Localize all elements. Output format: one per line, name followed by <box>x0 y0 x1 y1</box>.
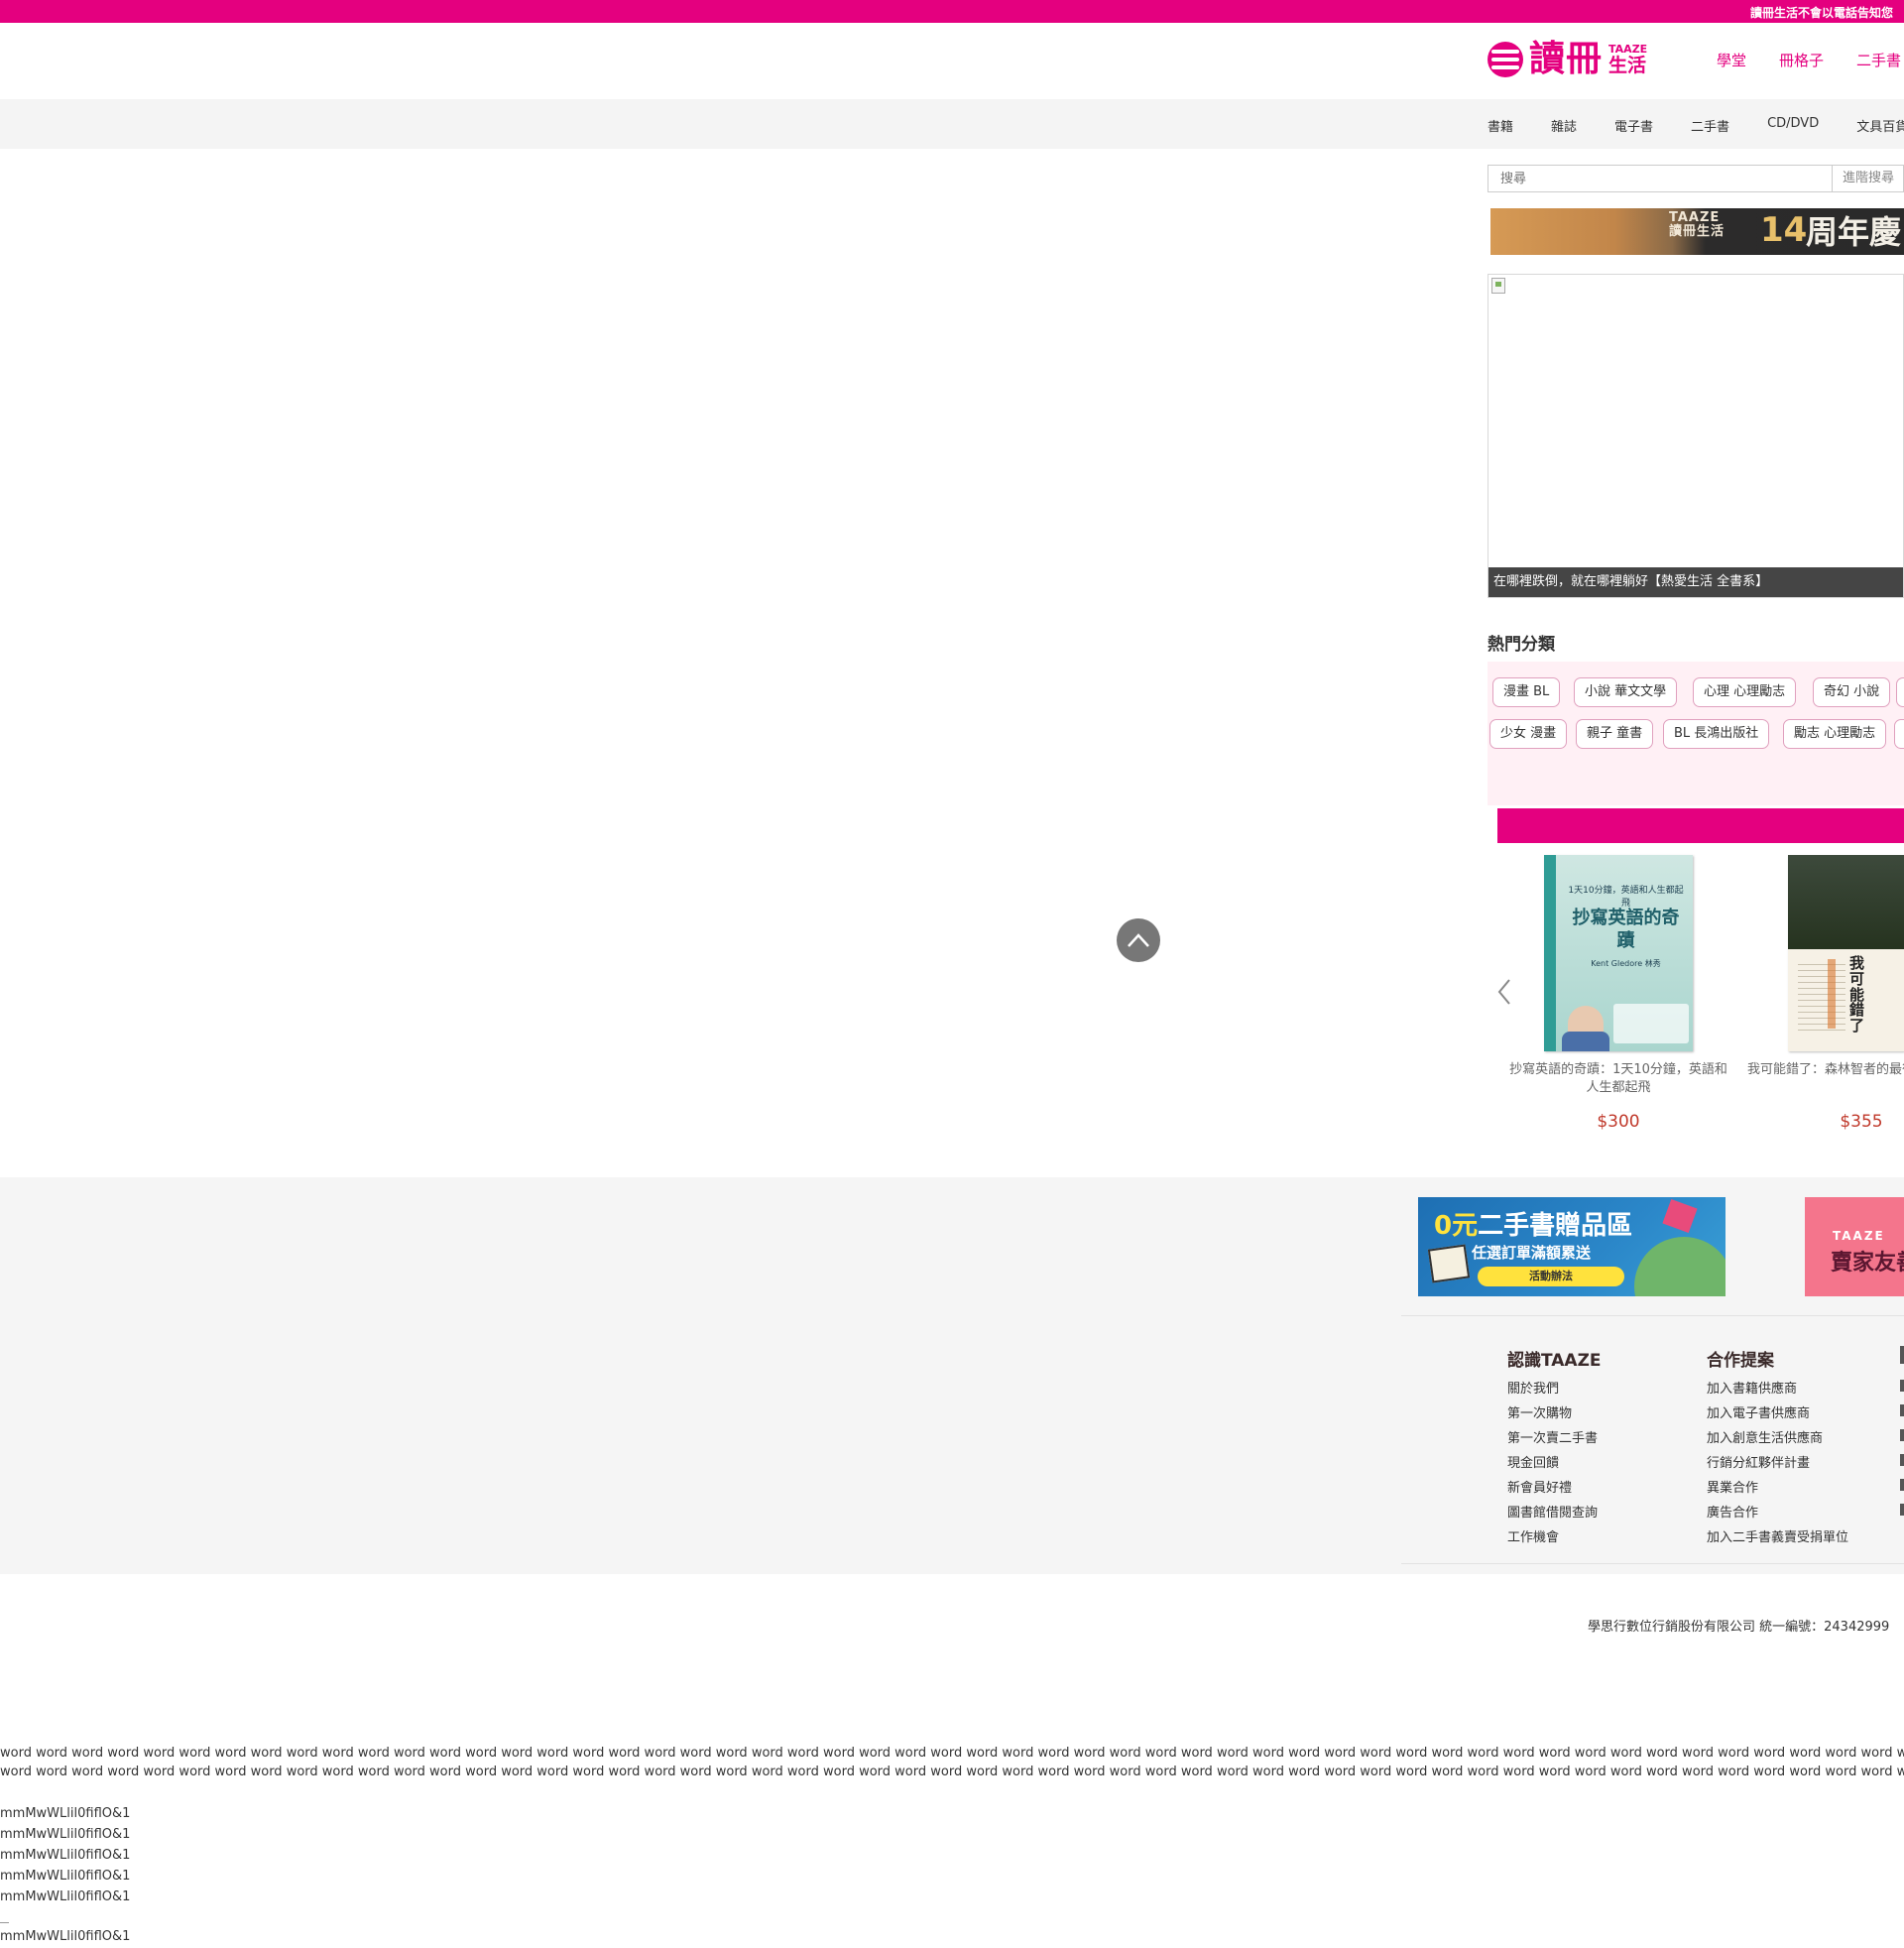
hot-tag[interactable]: 勵志 心理勵志 <box>1783 719 1887 749</box>
hot-tag[interactable]: 奇幻 小說 <box>1813 677 1891 707</box>
top-nav-used-books[interactable]: 二手書 <box>1856 50 1901 70</box>
test-glyph-line: mmMwWLlil0fiflO&1 <box>0 1827 131 1842</box>
category-ebooks[interactable]: 電子書 <box>1614 116 1653 135</box>
cover-title: 抄寫英語的奇蹟 <box>1572 908 1680 952</box>
chevron-up-icon <box>1128 933 1149 947</box>
slide-caption: 在哪裡跌倒，就在哪裡躺好【熱愛生活 全書系】 <box>1488 567 1903 597</box>
anniversary-text: 周年慶 <box>1806 213 1902 251</box>
logo-en-text: TAAZE <box>1608 43 1648 56</box>
footer-link[interactable]: 加入創意生活供應商 <box>1707 1426 1848 1451</box>
product-title[interactable]: 我可能錯了：森林智者的最後一堂人生課 <box>1747 1061 1904 1079</box>
search-box: 進階搜尋 <box>1488 165 1904 192</box>
anniversary-banner[interactable]: TAAZE 讀冊生活 14 周年慶 <box>1490 208 1904 255</box>
hot-tag[interactable]: 少女 漫畫 <box>1489 719 1568 749</box>
footer-link[interactable]: 圖書館借閱查詢 <box>1507 1501 1602 1525</box>
anniversary-brand: TAAZE 讀冊生活 <box>1669 210 1726 240</box>
footer-link[interactable]: 異業合作 <box>1707 1476 1848 1501</box>
footer-column-partial <box>1900 1346 1904 1528</box>
hot-categories-title: 熱門分類 <box>1488 635 1555 655</box>
seller-banner[interactable]: TAAZE 賣家友善 <box>1805 1197 1904 1296</box>
used-banner-sub: 任選訂單滿額累送 <box>1472 1244 1592 1262</box>
footer-link[interactable]: 加入電子書供應商 <box>1707 1401 1848 1426</box>
logo-zh-text: 生活 <box>1608 55 1647 76</box>
divider <box>0 1922 9 1923</box>
anniversary-number: 14 <box>1760 210 1808 250</box>
test-glyph-line: mmMwWLlil0fiflO&1 <box>0 1929 131 1944</box>
test-word-line: word word word word word word word word … <box>0 1765 1904 1779</box>
site-logo[interactable]: 讀冊 TAAZE 生活 <box>1488 37 1647 82</box>
category-books[interactable]: 書籍 <box>1488 116 1513 135</box>
back-to-top-button[interactable] <box>1117 918 1160 962</box>
hot-tag[interactable]: 親子 童書 <box>1576 719 1654 749</box>
notice-bar: 讀冊生活不會以電話告知您 <box>0 0 1904 23</box>
seller-banner-zh: 賣家友善 <box>1831 1251 1904 1276</box>
product-title[interactable]: 抄寫英語的奇蹟：1天10分鐘，英語和人生都起飛 <box>1507 1061 1729 1097</box>
top-nav-academy[interactable]: 學堂 <box>1717 50 1746 70</box>
footer-link[interactable]: 第一次購物 <box>1507 1401 1602 1426</box>
hot-tag-partial[interactable] <box>1896 677 1904 707</box>
footer-link[interactable]: 關於我們 <box>1507 1377 1602 1401</box>
hot-tag-partial[interactable] <box>1894 719 1904 749</box>
used-banner-button[interactable]: 活動辦法 <box>1478 1267 1624 1286</box>
test-word-line: word word word word word word word word … <box>0 1746 1904 1761</box>
product-cover[interactable]: 我可能錯了 <box>1788 855 1904 1051</box>
category-used-books[interactable]: 二手書 <box>1691 116 1729 135</box>
footer-column-partnership: 合作提案 加入書籍供應商 加入電子書供應商 加入創意生活供應商 行銷分紅夥伴計畫… <box>1707 1346 1848 1550</box>
copyright-text: 學思行數位行銷股份有限公司 統一編號：24342999 <box>1588 1620 1890 1635</box>
chevron-left-icon[interactable] <box>1495 977 1513 1007</box>
notice-text: 讀冊生活不會以電話告知您 <box>1750 6 1894 20</box>
footer-link[interactable]: 加入二手書義賣受捐單位 <box>1707 1525 1848 1550</box>
footer-link[interactable]: 工作機會 <box>1507 1525 1602 1550</box>
hot-categories-panel: 漫畫 BL 小說 華文文學 心理 心理勵志 奇幻 小說 少女 漫畫 親子 童書 … <box>1488 662 1904 805</box>
top-nav: 學堂 冊格子 二手書 <box>1717 50 1901 70</box>
footer-column-about: 認識TAAZE 關於我們 第一次購物 第一次賣二手書 現金回饋 新會員好禮 圖書… <box>1507 1346 1602 1550</box>
used-books-gift-banner[interactable]: 0元二手書贈品區 任選訂單滿額累送 活動辦法 <box>1418 1197 1726 1296</box>
test-glyph-line: mmMwWLlil0fiflO&1 <box>0 1869 131 1884</box>
product-cover[interactable]: 1天10分鐘，英語和人生都起飛 抄寫英語的奇蹟 Kent Gledore 林秀 <box>1544 855 1693 1051</box>
logo-wave-icon <box>1488 42 1523 77</box>
hot-tag[interactable]: 漫畫 BL <box>1492 677 1561 707</box>
cover-author: Kent Gledore 林秀 <box>1591 959 1661 968</box>
seller-banner-en: TAAZE <box>1833 1229 1885 1243</box>
broken-image-icon <box>1491 278 1505 294</box>
category-nav: 書籍 雜誌 電子書 二手書 CD/DVD 文具百貨 <box>1488 116 1904 135</box>
hot-tag[interactable]: 小說 華文文學 <box>1574 677 1678 707</box>
category-magazines[interactable]: 雜誌 <box>1551 116 1577 135</box>
product-price: $355 <box>1840 1112 1883 1132</box>
footer-link[interactable]: 行銷分紅夥伴計畫 <box>1707 1451 1848 1476</box>
used-banner-headline: 0元二手書贈品區 <box>1434 1211 1633 1241</box>
hero-slide[interactable]: 在哪裡跌倒，就在哪裡躺好【熱愛生活 全書系】 <box>1488 274 1904 598</box>
search-input[interactable] <box>1488 166 1832 191</box>
category-cd-dvd[interactable]: CD/DVD <box>1767 116 1819 135</box>
product-price: $300 <box>1597 1112 1640 1132</box>
test-glyph-line: mmMwWLlil0fiflO&1 <box>0 1806 131 1821</box>
category-stationery[interactable]: 文具百貨 <box>1856 116 1904 135</box>
footer-link[interactable]: 現金回饋 <box>1507 1451 1602 1476</box>
footer-divider <box>1401 1315 1904 1316</box>
hot-tag[interactable]: 心理 心理勵志 <box>1693 677 1797 707</box>
test-glyph-line: mmMwWLlil0fiflO&1 <box>0 1889 131 1904</box>
advanced-search-button[interactable]: 進階搜尋 <box>1832 166 1904 191</box>
hot-tag[interactable]: BL 長鴻出版社 <box>1663 719 1770 749</box>
footer-link[interactable]: 新會員好禮 <box>1507 1476 1602 1501</box>
footer-divider <box>1401 1563 1904 1564</box>
test-glyph-line: mmMwWLlil0fiflO&1 <box>0 1848 131 1863</box>
book-icon <box>1427 1244 1471 1283</box>
footer-link[interactable]: 廣告合作 <box>1707 1501 1848 1525</box>
footer-link[interactable]: 第一次賣二手書 <box>1507 1426 1602 1451</box>
top-nav-booth[interactable]: 冊格子 <box>1779 50 1824 70</box>
section-header-bar <box>1497 808 1904 843</box>
logo-main-text: 讀冊 <box>1529 39 1604 79</box>
cover-title: 我可能錯了 <box>1849 954 1865 1035</box>
footer-link[interactable]: 加入書籍供應商 <box>1707 1377 1848 1401</box>
